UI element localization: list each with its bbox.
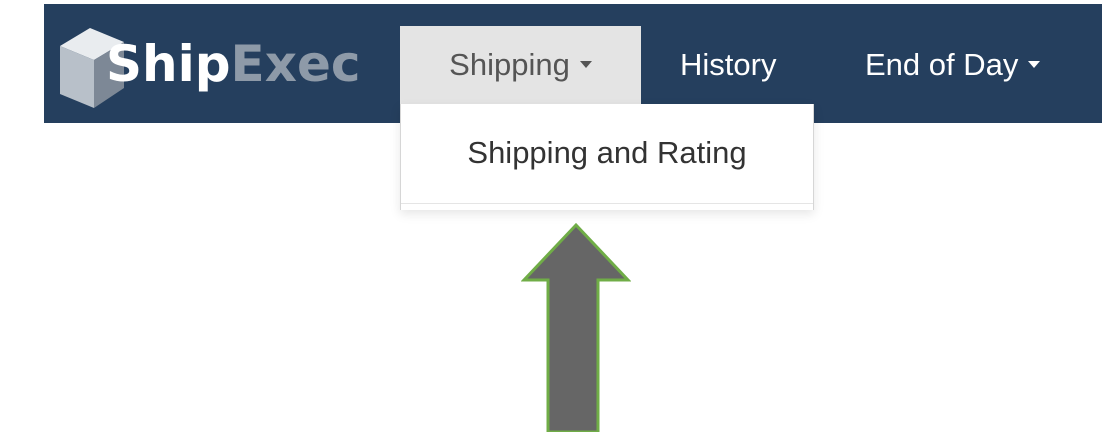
screenshot-stage: ShipExec Shipping History End of Day Shi… <box>0 0 1102 432</box>
brand-name-exec: Exec <box>230 35 361 93</box>
brand-name: ShipExec <box>106 32 361 96</box>
caret-down-icon <box>579 61 592 69</box>
menu-divider <box>401 203 813 204</box>
nav-end-of-day-label: End of Day <box>865 47 1019 82</box>
shipping-dropdown-menu: Shipping and Rating <box>400 104 814 210</box>
nav-shipping-label: Shipping <box>449 47 570 82</box>
brand-logo[interactable]: ShipExec <box>44 4 404 123</box>
nav-history-label: History <box>680 47 777 82</box>
nav-end-of-day-dropdown[interactable]: End of Day <box>865 26 1041 104</box>
nav-history[interactable]: History <box>680 26 776 104</box>
menu-item-shipping-and-rating[interactable]: Shipping and Rating <box>401 104 813 202</box>
caret-down-icon <box>1028 61 1041 69</box>
brand-name-ship: Ship <box>106 35 231 93</box>
up-arrow-icon <box>521 222 631 432</box>
nav-shipping-dropdown[interactable]: Shipping <box>400 26 641 104</box>
